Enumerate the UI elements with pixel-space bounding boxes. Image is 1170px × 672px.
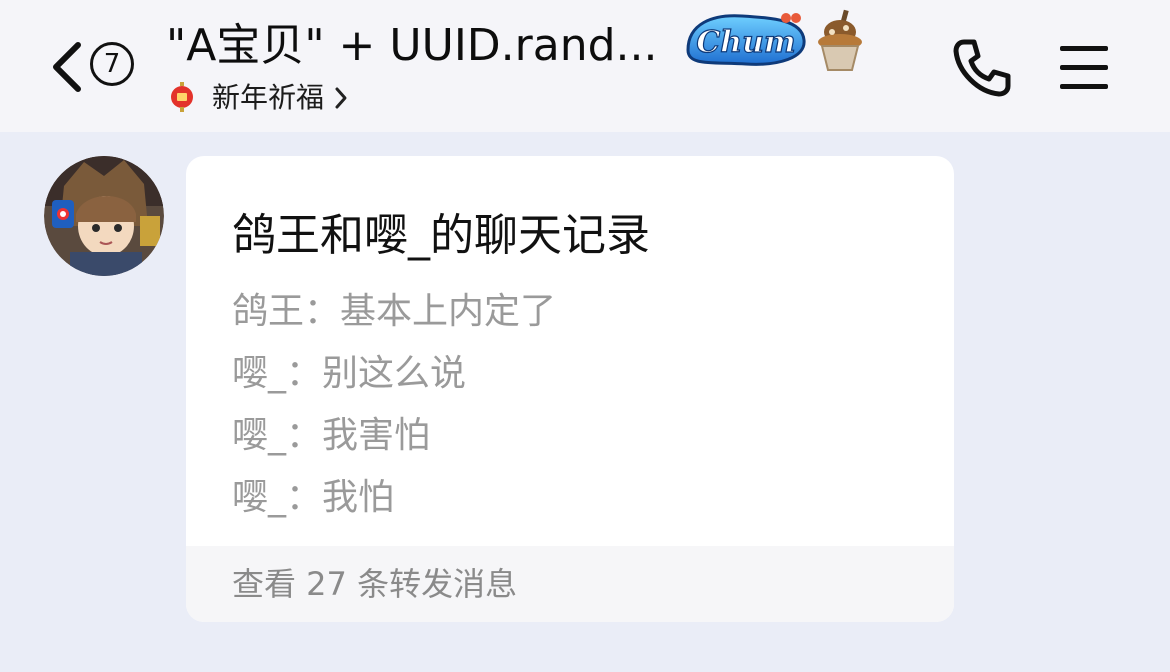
unread-count-badge[interactable]: 7	[90, 42, 134, 86]
forward-preview-line: 嘤_：别这么说	[232, 353, 467, 394]
hamburger-menu-icon[interactable]	[1056, 40, 1112, 96]
forward-card-footer[interactable]: 查看 27 条转发消息	[186, 546, 954, 622]
group-tag-label: 新年祈福	[212, 81, 325, 114]
forward-preview-line: 嘤_：我怕	[232, 477, 395, 518]
view-forwarded-messages-link: 查看 27 条转发消息	[232, 565, 518, 603]
svg-text:Chum: Chum	[696, 25, 795, 60]
forward-preview-line: 嘤_：我害怕	[232, 415, 431, 456]
chat-title[interactable]: "A宝贝" + UUID.rand...	[166, 18, 658, 74]
ice-cream-icon	[818, 9, 862, 71]
phone-icon[interactable]	[950, 36, 1014, 100]
chevron-left-icon	[53, 42, 81, 92]
chevron-right-icon	[335, 87, 347, 109]
forwarded-chat-card[interactable]: 鸽王和嘤_的聊天记录 鸽王：基本上内定了 嘤_：别这么说 嘤_：我害怕 嘤_：我…	[186, 156, 954, 622]
group-tag-link[interactable]: 新年祈福	[212, 80, 348, 116]
lantern-icon	[171, 82, 193, 112]
back-button[interactable]	[44, 40, 88, 94]
anime-avatar[interactable]	[44, 156, 164, 276]
forward-card-title: 鸽王和嘤_的聊天记录	[232, 210, 650, 261]
forward-preview-line: 鸽王：基本上内定了	[232, 291, 557, 332]
chat-header: 7 "A宝贝" + UUID.rand... Chum 新年祈福	[0, 0, 1170, 132]
chum-badge-icon: Chum	[686, 13, 806, 66]
